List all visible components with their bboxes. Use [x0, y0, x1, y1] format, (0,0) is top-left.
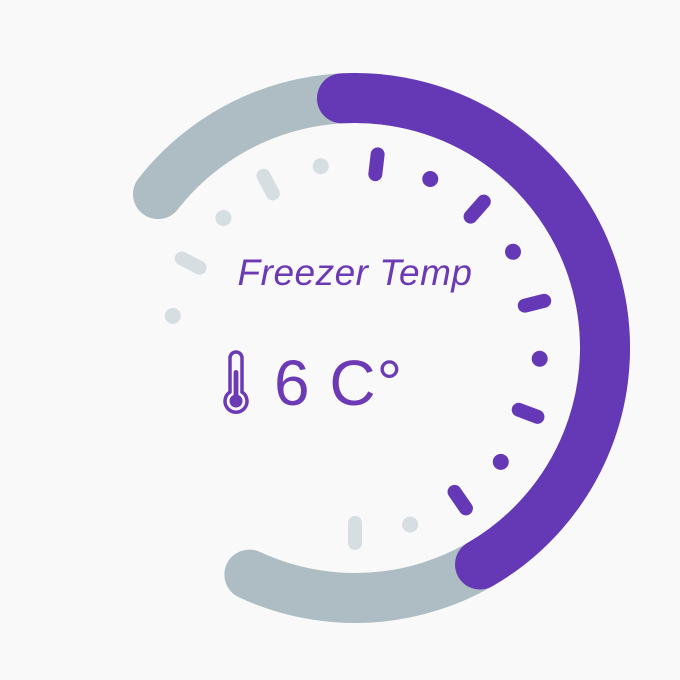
gauge-tick-long	[511, 402, 545, 424]
gauge-title: Freezer Temp	[237, 252, 473, 293]
gauge-tick-long	[368, 147, 385, 182]
temperature-value: 6 C°	[274, 347, 404, 419]
gauge-tick-long	[447, 484, 473, 516]
temperature-gauge: Freezer Temp 6 C°	[0, 0, 680, 680]
gauge-tick-dot	[215, 209, 232, 226]
gauge-tick-long	[256, 168, 280, 201]
gauge-tick-dot	[164, 307, 181, 324]
gauge-tick-dot	[312, 158, 329, 175]
thermometer-icon	[223, 350, 249, 414]
temperature-reading: 6 C°	[218, 338, 403, 428]
gauge-tick-dot	[422, 170, 439, 187]
gauge-tick-long	[463, 194, 491, 224]
gauge-tick-dot	[531, 350, 548, 367]
gauge-tick-long	[517, 293, 552, 313]
gauge-tick-dot	[492, 453, 509, 470]
gauge-tick-long	[174, 251, 207, 275]
gauge-tick-dot	[402, 516, 419, 533]
